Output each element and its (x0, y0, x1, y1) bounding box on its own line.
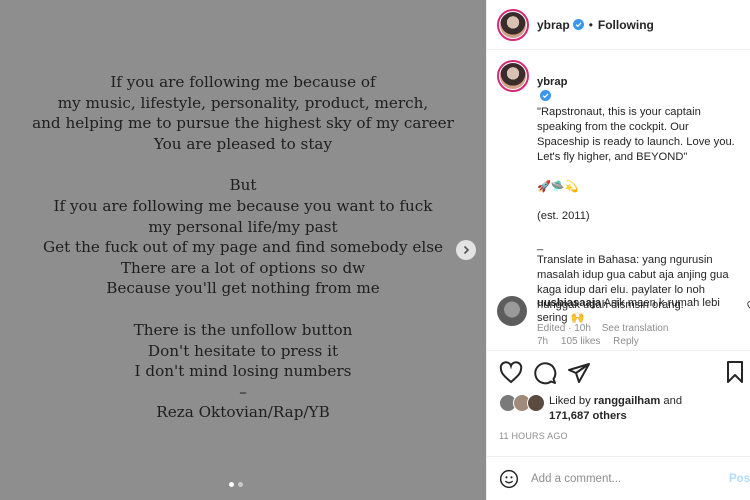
verified-icon (540, 90, 551, 101)
bookmark-icon[interactable] (723, 360, 747, 384)
poem-line: my music, lifestyle, personality, produc… (57, 93, 429, 112)
caption-username[interactable]: ybrap (537, 76, 567, 88)
poem-line: Don't hesitate to press it (147, 341, 339, 360)
avatar[interactable] (497, 60, 529, 92)
likes-text: Liked by ranggailham and 171,687 others (549, 394, 682, 424)
poem-line: Reza Oktovian/Rap/YB (156, 403, 330, 422)
comment-text: uusbiasaaja Asik maen k rumah lebi serin… (537, 296, 732, 326)
post-timestamp[interactable]: 11 HOURS AGO (499, 431, 568, 441)
likes-and: and (663, 395, 683, 407)
caption-text: ybrap "Rapstronaut, this is your captain… (537, 60, 737, 336)
next-slide-button[interactable] (456, 240, 476, 260)
comment-likes[interactable]: 105 likes (561, 336, 600, 347)
avatar[interactable] (497, 8, 529, 41)
poem-line: my personal life/my past (148, 217, 338, 236)
comment-input[interactable] (531, 472, 721, 485)
separator-bullet: • (588, 17, 593, 32)
comment-meta: 7h 105 likes Reply (537, 336, 649, 347)
likes-prefix: Liked by (549, 395, 591, 407)
carousel-dot (229, 482, 234, 487)
liker-avatars (499, 394, 547, 414)
post-header: ybrap • Following (487, 0, 750, 50)
header-username[interactable]: ybrap (537, 18, 570, 32)
poem-line: and helping me to pursue the highest sky… (32, 114, 454, 133)
poem-line: You are pleased to stay (153, 134, 333, 153)
poem-line: But (229, 176, 257, 195)
poem-line: There is the unfollow button (133, 320, 353, 339)
avatar (527, 394, 545, 412)
action-bar (487, 350, 750, 394)
comment-time: 7h (537, 336, 549, 347)
reply-link[interactable]: Reply (613, 336, 639, 347)
post-sidebar: ybrap • Following ybrap "Rapstronaut, th… (486, 0, 750, 500)
likes-count[interactable]: 171,687 others (549, 410, 627, 422)
carousel-dot (238, 482, 243, 487)
poem-line: Because you'll get nothing from me (106, 279, 380, 298)
comment-icon[interactable] (533, 361, 557, 385)
poem-line: If you are following me because of (110, 73, 376, 91)
caption: ybrap "Rapstronaut, this is your captain… (497, 60, 737, 336)
caption-body: "Rapstronaut, this is your captain speak… (537, 106, 735, 163)
likes-summary: Liked by ranggailham and 171,687 others (499, 394, 682, 424)
poem-text: If you are following me because of my mu… (0, 72, 486, 423)
carousel-indicator (229, 482, 243, 487)
comment-composer: Post (487, 456, 750, 500)
caption-est: (est. 2011) (537, 210, 590, 222)
comment: uusbiasaaja Asik maen k rumah lebi serin… (497, 296, 750, 347)
poem-line: I don't mind losing numbers (134, 362, 352, 381)
poem-line: If you are following me because you want… (53, 196, 433, 215)
following-button[interactable]: Following (598, 18, 654, 32)
post-image[interactable]: If you are following me because of my mu… (0, 0, 486, 500)
heart-icon[interactable] (499, 360, 523, 385)
emoji-icon[interactable] (499, 469, 519, 489)
avatar[interactable] (497, 296, 527, 326)
chevron-right-icon (463, 245, 470, 255)
poem-line: There are a lot of options so dw (120, 258, 366, 277)
caption-emojis: 🚀🛸💫 (537, 181, 579, 193)
poem-line: Get the fuck out of my page and find som… (42, 238, 444, 257)
share-icon[interactable] (567, 361, 591, 385)
verified-icon (572, 19, 584, 30)
poem-line: – (239, 382, 247, 401)
caption-dash: _ (537, 239, 544, 251)
instagram-post: If you are following me because of my mu… (0, 0, 750, 500)
comment-username[interactable]: uusbiasaaja (537, 297, 601, 309)
post-comment-button[interactable]: Post (729, 473, 750, 485)
liker-username[interactable]: ranggailham (594, 395, 661, 407)
